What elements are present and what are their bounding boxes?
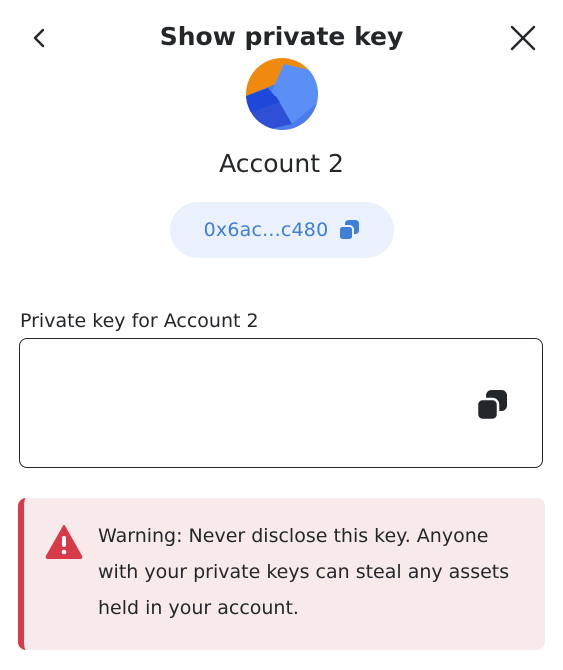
close-button[interactable] xyxy=(503,20,543,56)
warning-triangle-icon xyxy=(45,525,83,559)
copy-icon xyxy=(338,220,360,241)
account-avatar xyxy=(246,58,318,130)
security-warning: Warning: Never disclose this key. Anyone… xyxy=(18,498,545,650)
private-key-field[interactable] xyxy=(19,338,543,468)
warning-text: Warning: Never disclose this key. Anyone… xyxy=(98,525,510,619)
page-title: Show private key xyxy=(159,22,404,51)
copy-icon xyxy=(475,390,507,422)
address-copy-button[interactable]: 0x6ac...c480 xyxy=(170,202,394,258)
copy-private-key-button[interactable] xyxy=(472,385,512,425)
close-icon xyxy=(510,25,536,51)
account-address: 0x6ac...c480 xyxy=(203,219,329,241)
account-name: Account 2 xyxy=(219,149,344,178)
private-key-label: Private key for Account 2 xyxy=(20,310,259,332)
